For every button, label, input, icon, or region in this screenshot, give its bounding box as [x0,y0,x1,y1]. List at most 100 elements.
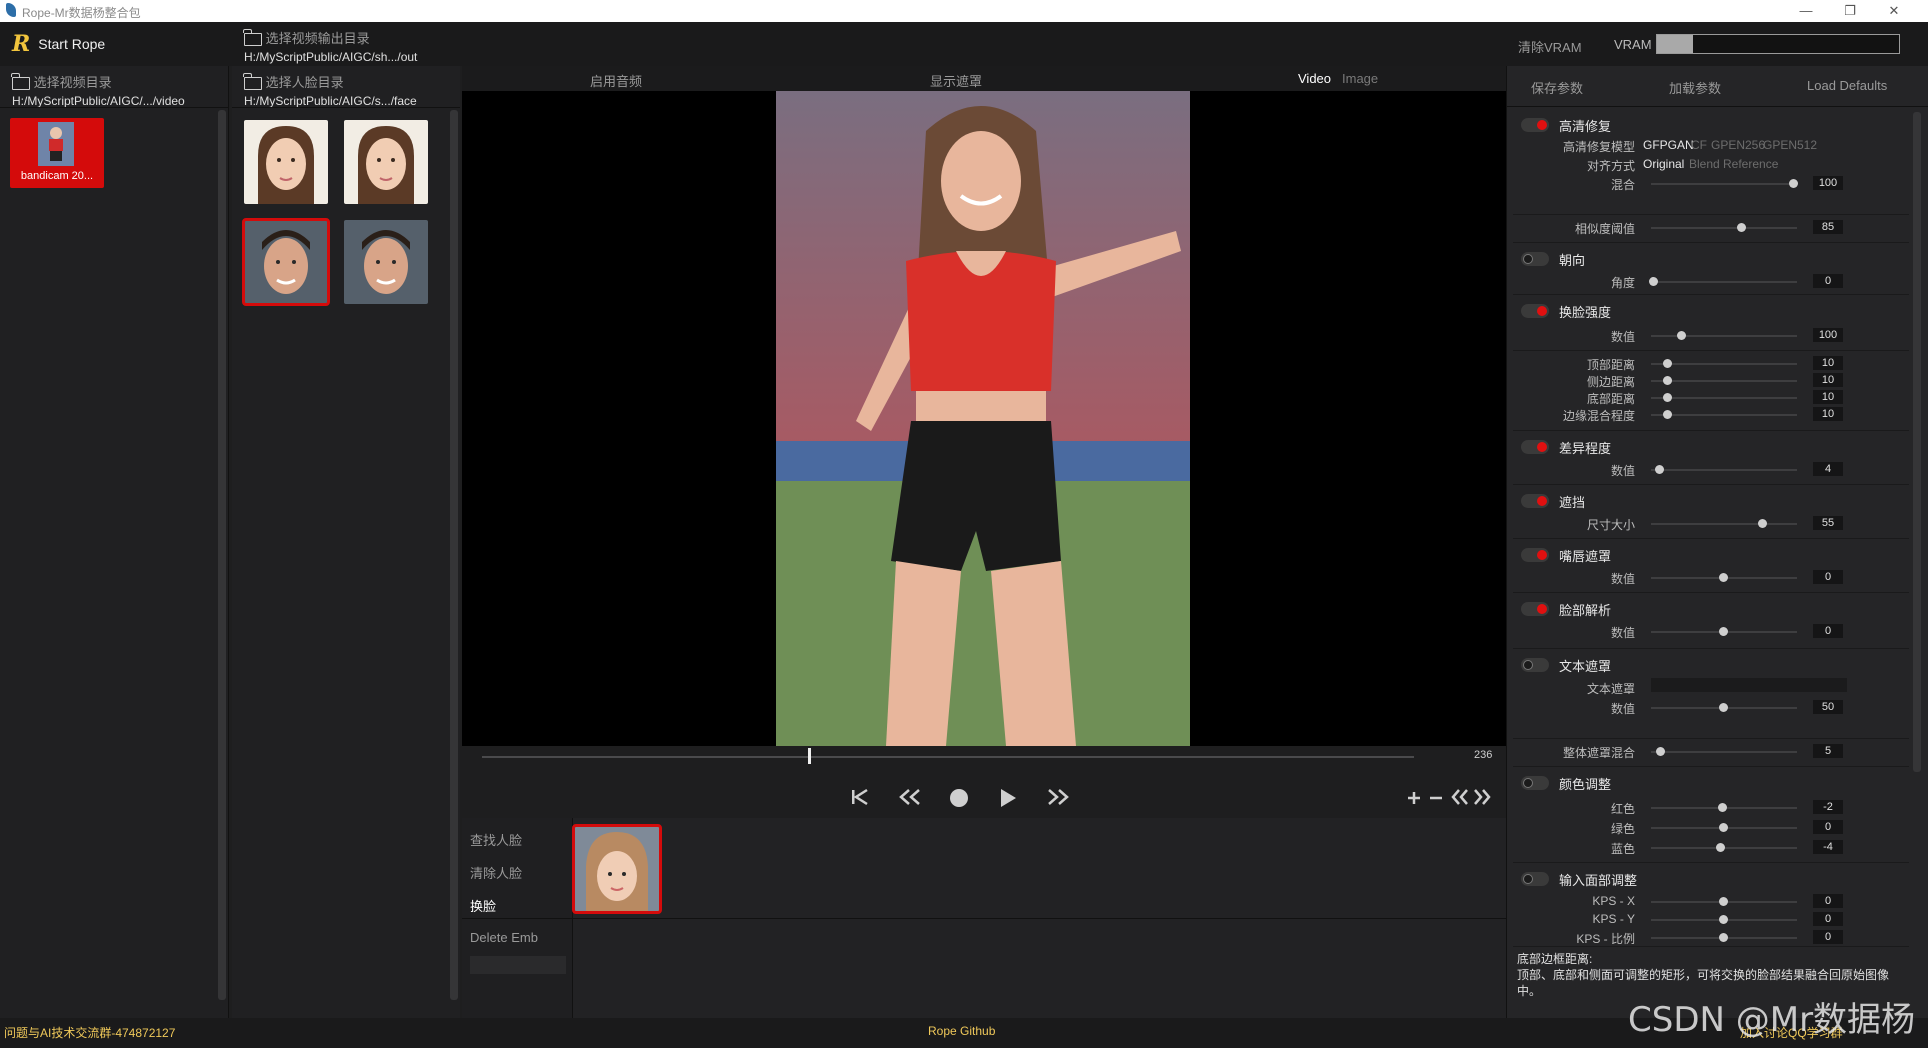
params-scrollbar[interactable] [1913,112,1921,772]
border-3-slider-knob[interactable] [1663,410,1672,419]
fast-forward-icon[interactable] [1046,788,1070,806]
mouth-slider-knob[interactable] [1719,573,1728,582]
diff-slider[interactable] [1651,465,1797,474]
mouth-slider[interactable] [1651,573,1797,582]
find-faces-button[interactable]: 查找人脸 [470,830,522,849]
section-toggle[interactable] [1521,304,1549,318]
found-face-thumbnail[interactable] [572,824,662,914]
section-toggle[interactable] [1521,658,1549,672]
remove-marker-icon[interactable] [1428,790,1444,806]
text-mask-input[interactable] [1651,678,1847,692]
diff-slider-knob[interactable] [1655,465,1664,474]
parser-value[interactable]: 0 [1813,624,1843,638]
align-option[interactable]: Reference [1723,157,1778,171]
border-0-slider-knob[interactable] [1663,359,1672,368]
section-toggle[interactable] [1521,118,1549,132]
embedding-name-input[interactable] [470,956,566,974]
section-toggle[interactable] [1521,440,1549,454]
parser-slider[interactable] [1651,627,1797,636]
text-mask-value[interactable]: 50 [1813,700,1843,714]
text-mask-slider[interactable] [1651,703,1797,712]
border-2-value[interactable]: 10 [1813,390,1843,404]
color-red-slider[interactable] [1651,803,1797,812]
maximize-button[interactable]: ❐ [1828,0,1872,22]
restore-model-option[interactable]: GPEN512 [1763,138,1817,152]
video-scrollbar[interactable] [218,110,226,1000]
kps-scale-value[interactable]: 0 [1813,930,1843,944]
align-option[interactable]: Original [1643,157,1684,171]
mouth-value[interactable]: 0 [1813,570,1843,584]
color-green-slider[interactable] [1651,823,1797,832]
rewind-icon[interactable] [898,788,922,806]
face-thumbnail[interactable] [344,120,428,204]
section-toggle[interactable] [1521,548,1549,562]
border-1-slider-knob[interactable] [1663,376,1672,385]
swap-faces-button[interactable]: 换脸 [470,896,496,915]
restore-model-option[interactable]: CF [1691,138,1707,152]
timeline-track[interactable] [482,756,1414,758]
kps-scale-slider-knob[interactable] [1719,933,1728,942]
border-0-value[interactable]: 10 [1813,356,1843,370]
restore-model-option[interactable]: GPEN256 [1711,138,1765,152]
color-green-value[interactable]: 0 [1813,820,1843,834]
delete-emb-button[interactable]: Delete Emb [470,930,538,945]
face-scrollbar[interactable] [450,110,458,1000]
section-toggle[interactable] [1521,602,1549,616]
kps-x-value[interactable]: 0 [1813,894,1843,908]
section-toggle[interactable] [1521,494,1549,508]
next-marker-icon[interactable] [1472,788,1492,806]
kps-y-value[interactable]: 0 [1813,912,1843,926]
overall-blend-slider-knob[interactable] [1656,747,1665,756]
angle-slider[interactable] [1649,277,1797,286]
color-blue-slider[interactable] [1651,843,1797,852]
prev-marker-icon[interactable] [1450,788,1470,806]
border-3-slider[interactable] [1651,410,1797,419]
kps-scale-slider[interactable] [1651,933,1797,942]
section-toggle[interactable] [1521,252,1549,266]
color-blue-slider-knob[interactable] [1716,843,1725,852]
occluder-slider[interactable] [1651,519,1797,528]
clear-vram-button[interactable]: 清除VRAM [1518,37,1582,56]
strength-slider-knob[interactable] [1677,331,1686,340]
timeline-playhead[interactable] [808,748,811,764]
timeline[interactable]: 236 [462,746,1506,774]
rope-github-link[interactable]: Rope Github [928,1024,995,1038]
section-toggle[interactable] [1521,776,1549,790]
color-blue-value[interactable]: -4 [1813,840,1843,854]
mode-image-tab[interactable]: Image [1342,71,1378,86]
face-thumbnail[interactable] [344,220,428,304]
record-icon[interactable] [948,787,970,809]
color-red-slider-knob[interactable] [1718,803,1727,812]
diff-value[interactable]: 4 [1813,462,1843,476]
border-3-value[interactable]: 10 [1813,407,1843,421]
border-2-slider[interactable] [1651,393,1797,402]
close-button[interactable]: ✕ [1872,0,1916,22]
occluder-value[interactable]: 55 [1813,516,1843,530]
video-viewer[interactable] [462,91,1506,746]
minimize-button[interactable]: — [1784,0,1828,22]
go-to-start-icon[interactable] [850,788,870,806]
border-1-slider[interactable] [1651,376,1797,385]
restore-model-option[interactable]: GFPGAN [1643,138,1694,152]
restore-blend-slider-knob[interactable] [1789,179,1798,188]
restore-blend-value[interactable]: 100 [1813,176,1843,190]
overall-blend-slider[interactable] [1651,747,1797,756]
play-icon[interactable] [998,787,1018,809]
kps-y-slider[interactable] [1651,915,1797,924]
enable-audio-toggle[interactable]: 启用音频 [590,71,642,90]
color-green-slider-knob[interactable] [1719,823,1728,832]
face-dir-button[interactable]: 选择人脸目录 H:/MyScriptPublic/AIGC/s.../face [243,72,417,108]
occluder-slider-knob[interactable] [1758,519,1767,528]
border-1-value[interactable]: 10 [1813,373,1843,387]
similarity-slider-knob[interactable] [1737,223,1746,232]
kps-y-slider-knob[interactable] [1719,915,1728,924]
mode-video-tab[interactable]: Video [1298,71,1331,86]
text-mask-slider-knob[interactable] [1719,703,1728,712]
show-mask-toggle[interactable]: 显示遮罩 [930,71,982,90]
video-dir-button[interactable]: 选择视频目录 H:/MyScriptPublic/AIGC/.../video [11,72,185,108]
align-option[interactable]: Blend [1689,157,1720,171]
start-rope-button[interactable]: R Start Rope [12,31,105,57]
parser-slider-knob[interactable] [1719,627,1728,636]
video-thumbnail[interactable]: bandicam 20... [10,118,104,188]
border-2-slider-knob[interactable] [1663,393,1672,402]
